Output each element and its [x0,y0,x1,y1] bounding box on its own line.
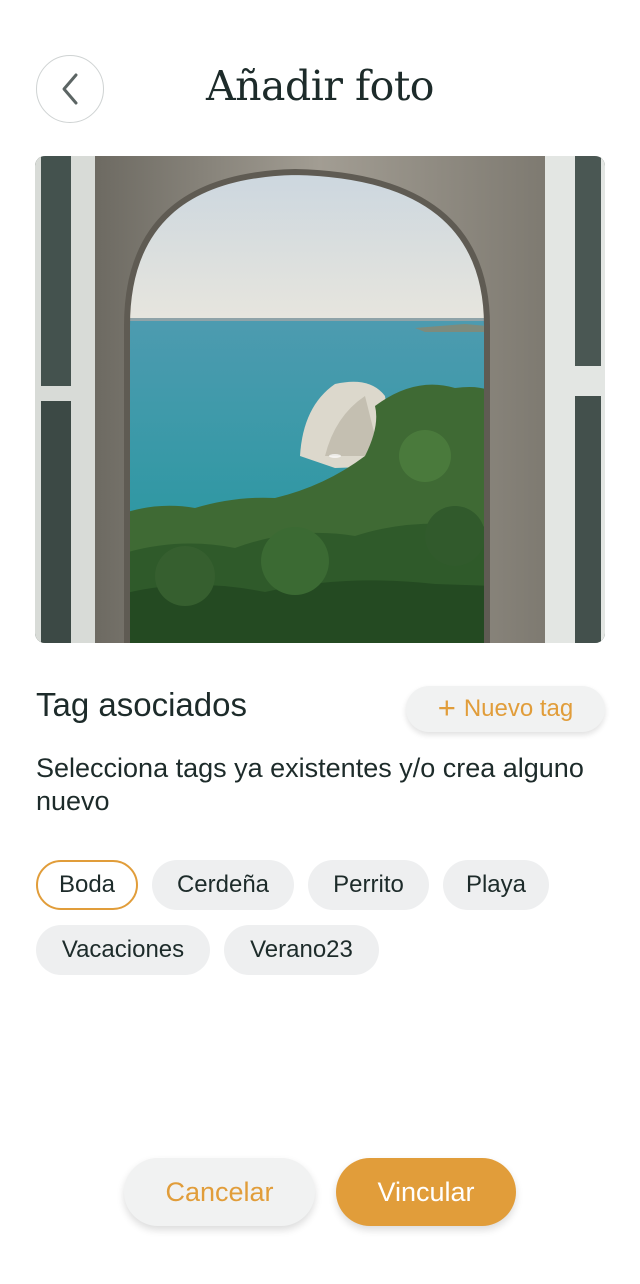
new-tag-label: Nuevo tag [463,695,574,722]
tag-chip-label: Playa [465,871,527,898]
page-title: Añadir foto [206,62,434,110]
tag-chip-vacaciones[interactable]: Vacaciones [36,925,210,975]
tag-chip-label: Perrito [333,871,404,898]
plus-icon: + [437,690,456,725]
tag-chip-label: Cerdeña [176,871,270,898]
tag-chip-label: Boda [58,871,116,898]
tag-chip-boda[interactable]: Boda [36,860,138,910]
tag-chip-label: Vacaciones [61,936,185,963]
tag-chip-playa[interactable]: Playa [443,860,549,910]
link-button[interactable]: Vincular [336,1158,516,1226]
tag-chip-verano23[interactable]: Verano23 [224,925,379,975]
tags-section-title: Tag asociados [36,686,247,723]
tag-chip-cerdena[interactable]: Cerdeña [152,860,294,910]
tag-chip-label: Verano23 [250,936,353,963]
photo-preview [35,156,605,643]
new-tag-button[interactable]: + Nuevo tag [406,686,605,732]
tags-description: Selecciona tags ya existentes y/o crea a… [36,753,584,816]
cancel-button[interactable]: Cancelar [124,1158,315,1226]
tag-chip-perrito[interactable]: Perrito [308,860,429,910]
